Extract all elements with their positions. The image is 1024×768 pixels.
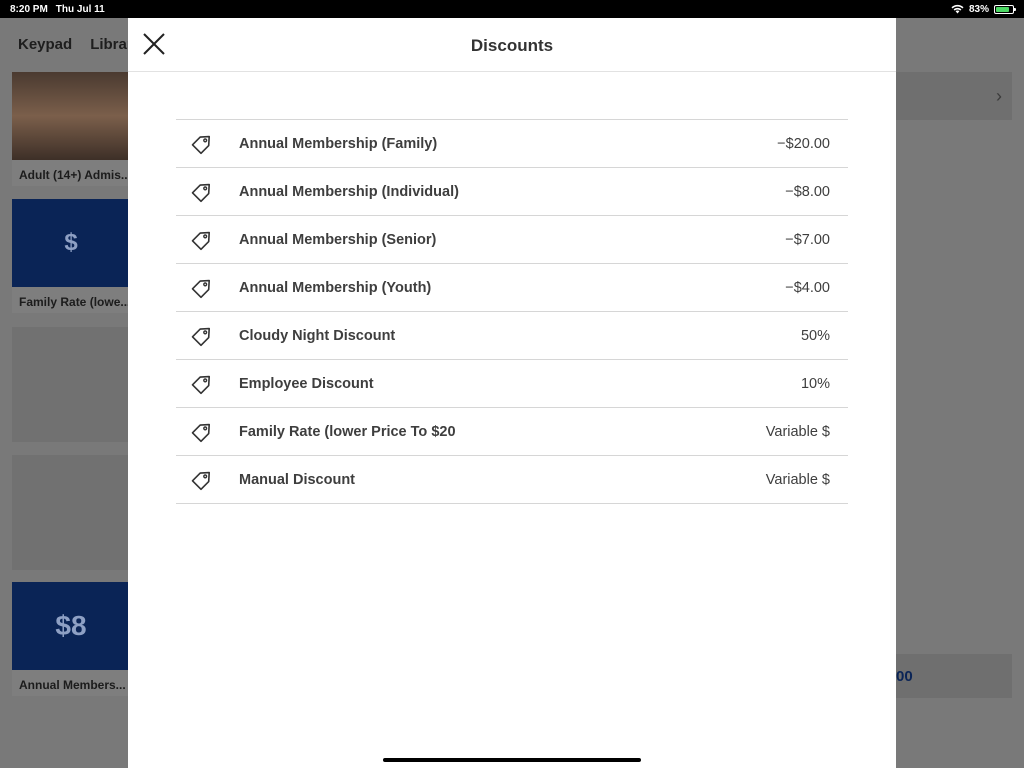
chevron-right-icon: › [996,86,1002,106]
bg-tile-adult: Adult (14+) Admis... [12,72,130,186]
discount-name: Annual Membership (Youth) [239,279,432,296]
tag-icon [189,276,213,300]
tag-icon [189,132,213,156]
tile-caption: Annual Members... [12,670,130,696]
tag-icon [189,180,213,204]
bg-right-button-label: 00 [896,668,913,685]
bg-tile-family: $ Family Rate (lowe... [12,199,130,313]
discount-amount: Variable $ [765,423,830,440]
discount-row[interactable]: Family Rate (lower Price To $20 Variable … [176,408,848,456]
status-bar: 8:20 PM Thu Jul 11 83% [0,0,1024,18]
discount-amount: Variable $ [765,471,830,488]
tile-caption: Adult (14+) Admis... [12,160,130,186]
discount-amount: 50% [800,327,830,344]
wifi-icon [951,4,964,14]
discount-row[interactable]: Employee Discount 10% [176,360,848,408]
discount-name: Annual Membership (Senior) [239,231,437,248]
tag-icon [189,420,213,444]
bg-right-button: 00 [896,654,1012,698]
discount-list: Annual Membership (Family) −$20.00 Annual … [176,119,848,504]
discount-amount: −$4.00 [785,279,830,296]
discounts-modal: Discounts Annual Membership (Family) −$20… [128,18,896,768]
status-right: 83% [951,3,1016,15]
modal-header: Discounts [128,18,896,72]
bg-tile-annual: $8 Annual Members... [12,582,130,696]
status-time: 8:20 PM [10,3,48,15]
tag-icon [189,228,213,252]
modal-title: Discounts [470,36,554,55]
tile-photo [12,72,130,160]
discount-name: Annual Membership (Family) [239,135,438,152]
discount-amount: 10% [800,375,830,392]
battery-percent: 83% [968,3,989,15]
discount-amount: −$7.00 [785,231,830,248]
tag-icon [189,324,213,348]
discount-name: Cloudy Night Discount [239,327,396,344]
discount-row[interactable]: Annual Membership (Individual) −$8.00 [176,168,848,216]
discount-name: Annual Membership (Individual) [239,183,459,200]
bg-tile-empty [12,327,130,442]
tile-label: $8 [12,582,130,670]
status-date: Thu Jul 11 [55,3,105,15]
battery-icon [994,4,1016,14]
tile-caption: Family Rate (lowe... [12,287,130,313]
discount-name: Employee Discount [239,375,374,392]
discount-amount: −$20.00 [777,135,830,152]
discount-name: Manual Discount [239,471,356,488]
home-indicator[interactable] [383,758,641,762]
discount-row[interactable]: Annual Membership (Youth) −$4.00 [176,264,848,312]
background-tabs: Keypad Library [18,36,141,53]
discount-name: Family Rate (lower Price To $20 [239,423,456,440]
tile-label: $ [12,199,130,287]
bg-right-row: › [896,72,1012,120]
bg-tile-empty [12,455,130,570]
discount-row[interactable]: Cloudy Night Discount 50% [176,312,848,360]
tab-keypad: Keypad [18,36,73,53]
discount-row[interactable]: Annual Membership (Senior) −$7.00 [176,216,848,264]
discount-amount: −$8.00 [785,183,830,200]
tag-icon [189,372,213,396]
tag-icon [189,468,213,492]
discount-row[interactable]: Annual Membership (Family) −$20.00 [176,120,848,168]
discount-row[interactable]: Manual Discount Variable $ [176,456,848,504]
